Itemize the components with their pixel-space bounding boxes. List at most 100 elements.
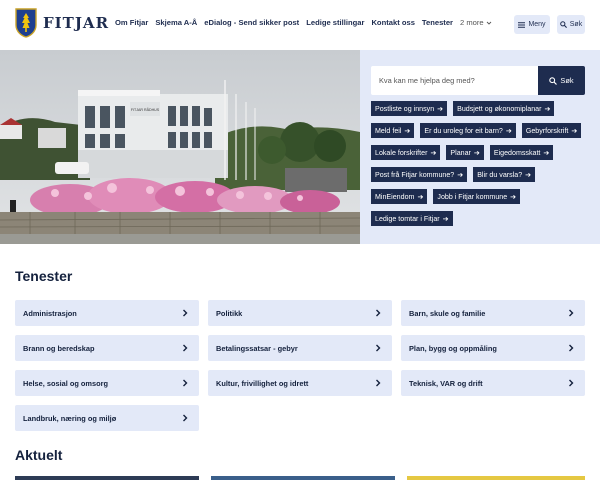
quick-link-label: Ledige tomtar i Fitjar: [375, 214, 440, 223]
nav-more-button[interactable]: 2 more: [460, 18, 492, 27]
service-teknisk[interactable]: Teknisk, VAR og drift: [401, 370, 585, 396]
nav-item-kontakt-oss[interactable]: Kontakt oss: [371, 18, 414, 27]
service-helse-sosial[interactable]: Helse, sosial og omsorg: [15, 370, 199, 396]
quick-link-meld-feil[interactable]: Meld feil ➔: [371, 123, 415, 138]
nav-item-om-fitjar[interactable]: Om Fitjar: [115, 18, 148, 27]
quick-link-label: Postliste og innsyn: [375, 104, 435, 113]
quick-links: Postliste og innsyn ➔ Budsjett og økonomi…: [371, 101, 593, 226]
chevron-right-icon: [376, 379, 381, 387]
news-card-image[interactable]: [407, 476, 585, 480]
quick-link-label: Gebyrforskrift: [525, 126, 569, 135]
service-label: Kultur, frivillighet og idrett: [216, 378, 309, 388]
quick-link-gebyrforskrift[interactable]: Gebyrforskrift ➔: [521, 123, 582, 138]
main-nav: Om Fitjar Skjema A-Å eDialog - Send sikk…: [115, 18, 492, 27]
arrow-right-icon: ➔: [473, 149, 480, 157]
hamburger-icon: [518, 21, 526, 28]
arrow-right-icon: ➔: [457, 171, 464, 179]
service-barn-skule-familie[interactable]: Barn, skule og familie: [401, 300, 585, 326]
service-administrasjon[interactable]: Administrasjon: [15, 300, 199, 326]
chevron-right-icon: [183, 379, 188, 387]
menu-button[interactable]: Meny: [514, 15, 550, 34]
quick-link-label: Budsjett og økonomiplanar: [457, 104, 542, 113]
hero-section: FITJAR RÅDHUS Kva kan me hjelpa deg med?…: [0, 50, 600, 244]
service-landbruk[interactable]: Landbruk, næring og miljø: [15, 405, 199, 431]
quick-link-ledige-tomtar[interactable]: Ledige tomtar i Fitjar ➔: [371, 211, 453, 226]
news-card-image[interactable]: [211, 476, 395, 480]
service-label: Betalingssatsar - gebyr: [216, 343, 298, 353]
header-search-button[interactable]: Søk: [557, 15, 585, 34]
quick-link-uroleg-barn[interactable]: Er du uroleg for eit barn? ➔: [420, 123, 516, 138]
chevron-right-icon: [183, 414, 188, 422]
service-label: Landbruk, næring og miljø: [23, 413, 117, 423]
quick-link-planar[interactable]: Planar ➔: [446, 145, 484, 160]
nav-more-label: 2 more: [460, 18, 484, 27]
hero-search-input[interactable]: [371, 66, 538, 95]
quick-link-postliste[interactable]: Postliste og innsyn ➔: [371, 101, 448, 116]
chevron-right-icon: [376, 309, 381, 317]
quick-link-label: MinEiendom: [375, 192, 415, 201]
chevron-right-icon: [569, 344, 574, 352]
quick-link-label: Eigedomsskatt: [493, 148, 541, 157]
chevron-right-icon: [183, 309, 188, 317]
service-kultur[interactable]: Kultur, frivillighet og idrett: [208, 370, 392, 396]
photo-sign-text: FITJAR RÅDHUS: [131, 107, 160, 112]
service-plan-bygg[interactable]: Plan, bygg og oppmåling: [401, 335, 585, 361]
chevron-right-icon: [569, 379, 574, 387]
header-search-label: Søk: [569, 21, 583, 28]
site-header: FITJAR Om Fitjar Skjema A-Å eDialog - Se…: [0, 0, 600, 50]
service-label: Barn, skule og familie: [409, 308, 486, 318]
chevron-right-icon: [569, 309, 574, 317]
coat-of-arms-icon: [15, 8, 37, 38]
quick-link-budsjett[interactable]: Budsjett og økonomiplanar ➔: [453, 101, 555, 116]
quick-link-label: Er du uroleg for eit barn?: [424, 126, 503, 135]
tenester-heading: Tenester: [15, 268, 73, 284]
quick-link-label: Meld feil: [375, 126, 402, 135]
quick-link-label: Planar: [450, 148, 471, 157]
service-label: Brann og beredskap: [23, 343, 95, 353]
arrow-right-icon: ➔: [442, 215, 449, 223]
quick-link-lokale-forskrifter[interactable]: Lokale forskrifter ➔: [371, 145, 441, 160]
quick-link-eigedomsskatt[interactable]: Eigedomsskatt ➔: [489, 145, 554, 160]
service-label: Helse, sosial og omsorg: [23, 378, 109, 388]
arrow-right-icon: ➔: [437, 105, 444, 113]
service-label: Teknisk, VAR og drift: [409, 378, 483, 388]
quick-link-label: Post frå Fitjar kommune?: [375, 170, 455, 179]
arrow-right-icon: ➔: [525, 171, 532, 179]
service-label: Plan, bygg og oppmåling: [409, 343, 497, 353]
quick-link-label: Blir du varsla?: [477, 170, 523, 179]
town-hall-photo: FITJAR RÅDHUS: [0, 50, 360, 244]
arrow-right-icon: ➔: [404, 127, 411, 135]
menu-label: Meny: [528, 21, 546, 28]
services-grid: Administrasjon Politikk Barn, skule og f…: [15, 300, 586, 431]
nav-item-ledige-stillingar[interactable]: Ledige stillingar: [306, 18, 364, 27]
search-icon: [559, 21, 567, 28]
hero-search-button[interactable]: Søk: [538, 66, 585, 95]
arrow-right-icon: ➔: [543, 149, 550, 157]
arrow-right-icon: ➔: [544, 105, 551, 113]
chevron-right-icon: [183, 344, 188, 352]
service-label: Administrasjon: [23, 308, 77, 318]
nav-item-skjema[interactable]: Skjema A-Å: [155, 18, 197, 27]
quick-link-jobb[interactable]: Jobb i Fitjar kommune ➔: [433, 189, 521, 204]
service-betalingssatsar[interactable]: Betalingssatsar - gebyr: [208, 335, 392, 361]
hero-search-label: Søk: [560, 76, 574, 85]
chevron-down-icon: [486, 21, 491, 25]
nav-item-tenester[interactable]: Tenester: [422, 18, 453, 27]
quick-link-label: Jobb i Fitjar kommune: [437, 192, 508, 201]
aktuelt-heading: Aktuelt: [15, 447, 63, 463]
arrow-right-icon: ➔: [571, 127, 578, 135]
arrow-right-icon: ➔: [510, 193, 517, 201]
nav-item-edialog[interactable]: eDialog - Send sikker post: [204, 18, 299, 27]
service-label: Politikk: [216, 308, 243, 318]
search-icon: [549, 76, 558, 85]
service-brann-beredskap[interactable]: Brann og beredskap: [15, 335, 199, 361]
chevron-right-icon: [376, 344, 381, 352]
arrow-right-icon: ➔: [430, 149, 437, 157]
news-card-image[interactable]: [15, 476, 199, 480]
quick-link-blir-du-varsla[interactable]: Blir du varsla? ➔: [473, 167, 536, 182]
quick-link-mineiendom[interactable]: MinEiendom ➔: [371, 189, 428, 204]
service-politikk[interactable]: Politikk: [208, 300, 392, 326]
quick-link-post-fra-kommune[interactable]: Post frå Fitjar kommune? ➔: [371, 167, 468, 182]
arrow-right-icon: ➔: [505, 127, 512, 135]
logo-link[interactable]: FITJAR: [15, 8, 109, 38]
